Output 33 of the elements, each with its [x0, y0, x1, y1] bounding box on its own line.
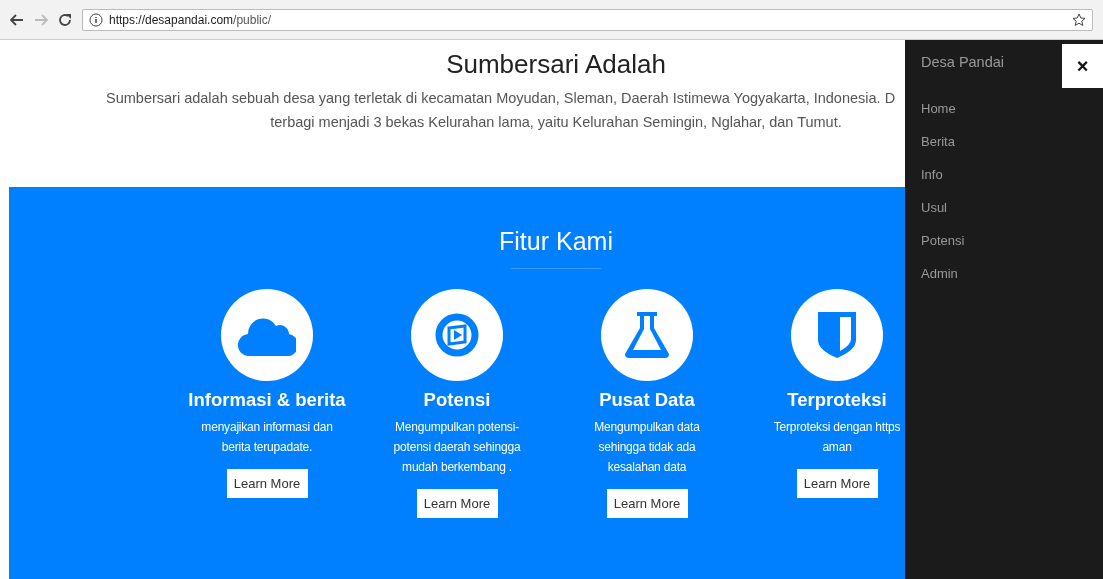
close-button[interactable]: ×	[1062, 44, 1103, 88]
feature-title: Informasi & berita	[188, 389, 346, 411]
star-icon[interactable]	[1072, 12, 1086, 27]
info-icon	[89, 12, 103, 27]
learn-more-button[interactable]: Learn More	[416, 489, 498, 518]
intro-text-line: Sumbersari adalah sebuah desa yang terletak di kecamatan Moyudan, Sleman, Daerah Istimewa Yogyakarta, Indonesia. D	[105, 89, 896, 108]
feature-title: Pusat Data	[599, 389, 695, 411]
section-title: Sumbersari Adalah	[446, 49, 666, 80]
feature-description: Mengumpulkan potensi-potensi daerah sehingga mudah berkembang .	[392, 419, 522, 476]
address-field[interactable]: https://desapandai.com/public/	[82, 8, 1093, 31]
features-title: Fitur Kami	[499, 227, 613, 256]
learn-more-button[interactable]: Learn More	[796, 469, 878, 498]
play-disc-icon	[435, 313, 479, 357]
reload-icon[interactable]	[58, 12, 72, 27]
sidebar-item[interactable]: Home	[921, 92, 965, 125]
intro-text-line: terbagi menjadi 3 bekas Kelurahan lama, yaitu Kelurahan Semingin, Nglahar, dan Tumut.	[270, 113, 842, 132]
back-icon[interactable]	[10, 12, 24, 27]
sidebar-brand: Desa Pandai	[921, 54, 1005, 70]
shield-icon	[818, 312, 856, 358]
sidebar-item[interactable]: Berita	[921, 125, 965, 158]
url-text: https://desapandai.com/public/	[109, 12, 272, 27]
feature-title: Potensi	[423, 389, 491, 411]
sidebar-item[interactable]: Potensi	[921, 224, 965, 257]
sidebar-item[interactable]: Usul	[921, 191, 965, 224]
sidebar-item[interactable]: Admin	[921, 257, 965, 290]
feature-title: Terproteksi	[787, 389, 887, 411]
feature-description: Terproteksi dengan https aman	[772, 419, 902, 456]
learn-more-button[interactable]: Learn More	[226, 469, 308, 498]
flask-icon	[625, 312, 669, 358]
learn-more-button[interactable]: Learn More	[606, 489, 688, 518]
sidebar-item[interactable]: Info	[921, 158, 965, 191]
feature-description: menyajikan informasi dan berita terupadate.	[200, 419, 334, 456]
feature-description: Mengumpulkan data sehingga tidak ada kesalahan data	[593, 419, 701, 476]
